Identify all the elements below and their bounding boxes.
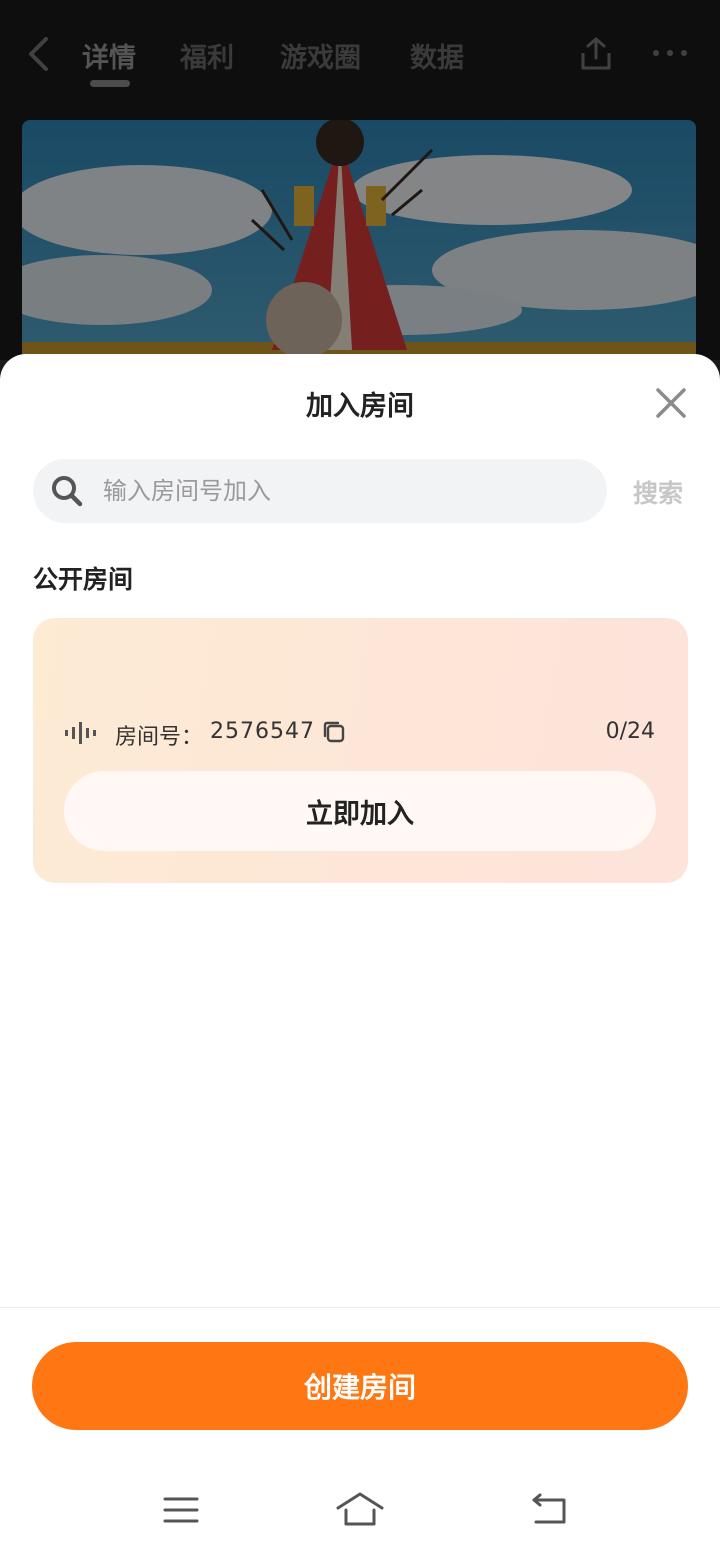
menu-icon[interactable]	[162, 1494, 200, 1526]
footer-divider	[0, 1307, 720, 1308]
system-navigation-bar	[0, 1464, 720, 1548]
room-card: 房间号： 2576547 0/24 立即加入	[33, 618, 688, 883]
search-button[interactable]: 搜索	[633, 474, 683, 510]
public-rooms-heading: 公开房间	[33, 565, 134, 594]
room-member-count: 0/24	[605, 719, 655, 744]
search-icon	[52, 476, 83, 507]
system-back-icon[interactable]	[528, 1492, 570, 1528]
room-number-value: 2576547	[210, 719, 315, 744]
close-icon[interactable]	[652, 384, 690, 422]
copy-icon[interactable]	[320, 718, 348, 746]
search-box[interactable]	[33, 459, 607, 523]
room-number-input[interactable]	[103, 459, 593, 523]
join-room-sheet: 加入房间 搜索 公开房间 房间号： 2576547 0/24 立即加入 创建房间	[0, 354, 720, 1548]
modal-backdrop[interactable]	[0, 0, 720, 360]
create-room-button[interactable]: 创建房间	[32, 1342, 688, 1430]
home-icon[interactable]	[334, 1488, 386, 1530]
join-now-button[interactable]: 立即加入	[64, 771, 656, 851]
voice-wave-icon	[65, 722, 96, 744]
room-number-label: 房间号：	[115, 725, 204, 750]
sheet-title: 加入房间	[306, 391, 414, 422]
